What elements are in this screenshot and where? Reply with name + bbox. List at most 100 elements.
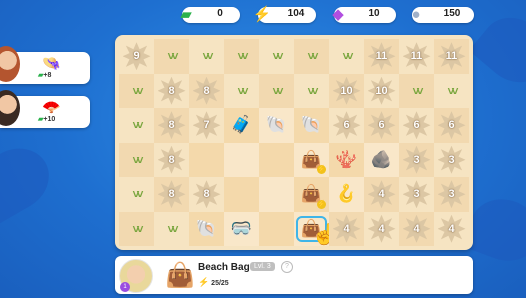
item-level: Lvl. 3 [250,262,275,271]
item-tile[interactable]: 🪝 [329,177,364,212]
locked-tile[interactable]: 6 [364,108,399,143]
order-reward: ▰+10 [38,116,56,123]
item-tile[interactable]: 🐚 [189,211,224,246]
locked-tile[interactable]: 9 [119,39,154,74]
grass-tile[interactable]: ˅˅ [189,39,224,74]
locked-tile[interactable]: 8 [154,108,189,143]
grass-tile[interactable]: ˅˅ [119,211,154,246]
item-tile[interactable]: 🥽 [224,211,259,246]
empty-tile[interactable] [224,142,259,177]
locked-tile[interactable]: 10 [364,74,399,109]
locked-tile[interactable]: 4 [399,211,434,246]
grass-tile[interactable]: ˅˅ [259,39,294,74]
gem-counter[interactable]: ◆ 10 [332,6,396,23]
grass-tile[interactable]: ˅˅ [154,39,189,74]
grass-tile[interactable]: ˅˅ [434,74,469,109]
locked-tile[interactable]: 8 [189,73,224,108]
item-tile[interactable]: 🪸 [329,142,364,177]
grass-tile[interactable]: ˅˅ [119,142,154,177]
locked-tile[interactable]: 6 [329,108,364,143]
lock-star-icon: 8 [157,111,186,140]
item-tile[interactable]: 👜 ⚡ [294,142,329,177]
locked-tile[interactable]: 8 [189,177,224,212]
cash-counter[interactable]: ▰ 0 [180,6,240,23]
board-grid: 9 ˅˅ ˅˅ ˅˅ ˅˅ ˅˅ ˅˅ 11 11 11 ˅˅ 8 8 ˅˅ ˅˅ ˅˅ 10 10 ˅˅ ˅˅ ˅˅ 8… [119,39,469,246]
lock-star-icon: 9 [122,42,151,71]
grass-tile[interactable]: ˅˅ [119,73,154,108]
item-tile[interactable]: 🐚 [294,108,329,143]
item-tile[interactable]: 🐚 [259,108,294,143]
unlock-level: 4 [378,222,385,235]
locked-tile[interactable]: 11 [399,39,434,74]
item-energy: ⚡ 25/25 [198,277,229,287]
empty-tile[interactable] [259,142,294,177]
locked-tile[interactable]: 7 [189,108,224,143]
locked-tile[interactable]: 4 [329,211,364,246]
locked-tile[interactable]: 3 [399,142,434,177]
gem-value: 10 [368,8,380,19]
item-tile[interactable]: 👜 ⚡ [294,177,329,212]
grass-icon: ˅˅ [307,83,318,98]
merge-board: 9 ˅˅ ˅˅ ˅˅ ˅˅ ˅˅ ˅˅ 11 11 11 ˅˅ 8 8 ˅˅ ˅˅ ˅˅ 10 10 ˅˅ ˅˅ ˅˅ 8… [115,35,473,250]
locked-tile[interactable]: 11 [434,39,469,74]
customer-order-card[interactable]: 🪭 ▰+10 [0,90,90,128]
empty-tile[interactable] [189,142,224,177]
hook-icon: 🪝 [335,184,358,204]
lock-star-icon: 4 [402,214,431,243]
item-tile[interactable]: 👜 ⚡ ☝ [294,211,337,246]
locked-tile[interactable]: 8 [154,143,189,178]
grass-tile[interactable]: ˅˅ [329,39,364,74]
grass-tile[interactable]: ˅˅ [154,212,189,247]
item-tile[interactable]: 🧳 [224,108,259,143]
unlock-level: 6 [378,119,385,132]
grass-icon: ˅˅ [202,49,213,64]
grass-tile[interactable]: ˅˅ [294,74,329,109]
grass-icon: ˅˅ [167,221,178,236]
grass-tile[interactable]: ˅˅ [259,73,294,108]
lock-star-icon: 3 [437,145,466,174]
grass-icon: ˅˅ [132,152,143,167]
locked-tile[interactable]: 11 [364,39,399,74]
lock-star-icon: 6 [437,111,466,140]
unlock-level: 4 [378,188,385,201]
unlock-level: 4 [413,222,420,235]
help-icon[interactable]: ? [281,261,293,273]
lock-star-icon: 10 [332,76,361,105]
lock-star-icon: 10 [367,76,396,105]
locked-tile[interactable]: 4 [364,177,399,212]
shell-icon: 🐚 [300,115,323,135]
item-tile[interactable]: 🪨 [364,142,399,177]
item-name: Beach Bag [198,262,250,273]
player-avatar[interactable]: 1 [119,259,153,293]
locked-tile[interactable]: 3 [399,177,434,212]
locked-tile[interactable]: 6 [399,108,434,143]
grass-tile[interactable]: ˅˅ [399,73,434,108]
empty-tile[interactable] [259,177,294,212]
grass-tile[interactable]: ˅˅ [224,74,259,109]
locked-tile[interactable]: 3 [434,177,469,212]
energy-counter[interactable]: ⚡ 104 [253,6,316,23]
customer-avatar [0,46,20,82]
locked-tile[interactable]: 4 [364,212,399,247]
pearl-counter[interactable]: ● 150 [411,6,474,23]
locked-tile[interactable]: 4 [434,212,469,247]
grass-tile[interactable]: ˅˅ [294,39,329,74]
locked-tile[interactable]: 10 [329,73,364,108]
notification-badge: 1 [120,282,130,292]
empty-tile[interactable] [259,211,294,246]
locked-tile[interactable]: 8 [154,177,189,212]
chest-icon: 🧳 [230,115,253,135]
grass-tile[interactable]: ˅˅ [224,39,259,74]
lock-star-icon: 11 [367,42,396,71]
customer-order-card[interactable]: 👒 ▰+8 [0,46,90,84]
unlock-level: 3 [448,188,455,201]
shell-icon: 🐚 [265,115,288,135]
grass-tile[interactable]: ˅˅ [119,108,154,143]
locked-tile[interactable]: 6 [434,108,469,143]
unlock-level: 4 [448,222,455,235]
empty-tile[interactable] [224,177,259,212]
grass-tile[interactable]: ˅˅ [119,177,154,212]
grass-icon: ˅˅ [342,49,353,64]
locked-tile[interactable]: 8 [154,74,189,109]
locked-tile[interactable]: 3 [434,143,469,178]
